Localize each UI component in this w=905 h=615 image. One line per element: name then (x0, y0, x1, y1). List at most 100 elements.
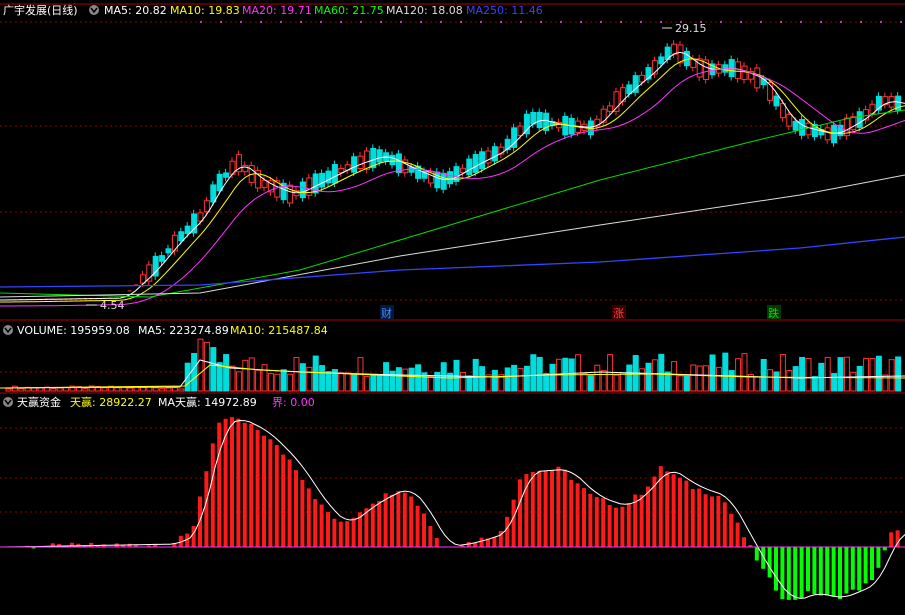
volume-bar[interactable] (223, 354, 230, 392)
candle[interactable] (357, 155, 364, 170)
volume-bar[interactable] (805, 357, 812, 392)
fund-bar[interactable] (319, 504, 324, 547)
event-marker-down[interactable]: 跌 (767, 305, 781, 320)
fund-bar[interactable] (793, 547, 798, 600)
candle[interactable] (754, 67, 761, 89)
candle[interactable] (299, 181, 306, 199)
fund-bar[interactable] (639, 494, 644, 547)
fund-bar[interactable] (530, 471, 535, 547)
fund-bar[interactable] (594, 497, 599, 547)
fund-bar[interactable] (377, 500, 382, 547)
candle[interactable] (178, 231, 185, 242)
candle[interactable] (773, 95, 780, 107)
volume-bar[interactable] (651, 359, 658, 392)
volume-bar[interactable] (850, 371, 857, 392)
fund-bar[interactable] (825, 547, 830, 596)
fund-bar[interactable] (569, 479, 574, 547)
fund-bar[interactable] (210, 443, 215, 547)
volume-bar[interactable] (626, 364, 633, 392)
volume-bar[interactable] (178, 388, 185, 392)
fund-bar[interactable] (198, 496, 202, 547)
fund-bar[interactable] (703, 494, 708, 547)
fund-bar[interactable] (294, 470, 298, 547)
fund-bar[interactable] (550, 470, 554, 547)
volume-bar[interactable] (18, 388, 25, 392)
volume-bar[interactable] (536, 356, 543, 392)
volume-bar[interactable] (191, 352, 198, 392)
volume-bar[interactable] (869, 358, 876, 392)
fund-bar[interactable] (351, 517, 356, 547)
volume-bar[interactable] (229, 365, 236, 392)
fund-bar[interactable] (812, 547, 817, 595)
fund-bar[interactable] (537, 470, 542, 547)
volume-bar[interactable] (370, 374, 377, 392)
volume-bar[interactable] (703, 365, 710, 392)
volume-bar[interactable] (677, 375, 684, 392)
candle[interactable] (536, 111, 543, 129)
fund-bar[interactable] (742, 537, 746, 547)
candle[interactable] (459, 167, 466, 174)
fund-bar[interactable] (409, 496, 414, 547)
fund-bar[interactable] (831, 547, 836, 597)
volume-bar[interactable] (466, 375, 473, 392)
fund-bar[interactable] (684, 480, 689, 547)
volume-bar[interactable] (786, 370, 793, 392)
fund-bar[interactable] (217, 422, 222, 547)
volume-bar[interactable] (440, 362, 447, 392)
volume-bar[interactable] (101, 387, 108, 392)
volume-bar[interactable] (715, 366, 722, 392)
candle[interactable] (216, 173, 223, 192)
fund-bar[interactable] (614, 507, 618, 547)
candle[interactable] (171, 234, 178, 252)
candle[interactable] (466, 158, 473, 176)
volume-bar[interactable] (383, 362, 390, 392)
fund-bar[interactable] (882, 547, 887, 551)
volume-bar[interactable] (427, 375, 434, 392)
candle[interactable] (530, 112, 537, 125)
fund-bar[interactable] (422, 513, 426, 547)
candle[interactable] (607, 105, 614, 112)
candle[interactable] (479, 151, 486, 170)
candle[interactable] (184, 225, 191, 234)
fund-bar[interactable] (863, 547, 868, 584)
fund-bar[interactable] (191, 526, 196, 547)
fund-bar[interactable] (601, 498, 606, 547)
fund-bar[interactable] (236, 418, 241, 547)
fund-panel[interactable] (0, 417, 905, 600)
candle[interactable] (376, 149, 383, 163)
fund-bar[interactable] (729, 513, 734, 547)
candle[interactable] (472, 154, 479, 173)
fund-bar[interactable] (671, 474, 676, 547)
volume-bar[interactable] (722, 352, 729, 392)
volume-bar[interactable] (600, 370, 607, 392)
volume-bar[interactable] (5, 388, 12, 392)
volume-bar[interactable] (459, 372, 466, 392)
fund-bar[interactable] (735, 522, 740, 547)
volume-bar[interactable] (114, 387, 121, 392)
volume-bar[interactable] (216, 362, 223, 392)
volume-bar[interactable] (267, 373, 274, 392)
fund-bar[interactable] (774, 547, 778, 591)
volume-bar[interactable] (895, 356, 902, 392)
volume-bar[interactable] (728, 370, 735, 392)
volume-bar[interactable] (754, 376, 761, 392)
volume-bar[interactable] (843, 356, 850, 392)
volume-bar[interactable] (799, 356, 806, 392)
fund-bar[interactable] (818, 547, 823, 596)
candle[interactable] (523, 113, 530, 135)
fund-bar[interactable] (889, 532, 894, 547)
volume-bar[interactable] (11, 385, 18, 392)
fund-bar[interactable] (518, 479, 522, 547)
fund-bar[interactable] (274, 445, 279, 547)
volume-bar[interactable] (415, 364, 422, 392)
fund-bar[interactable] (646, 486, 650, 547)
candle[interactable] (351, 156, 358, 173)
volume-bar[interactable] (56, 387, 63, 392)
fund-bar[interactable] (690, 489, 695, 547)
volume-bar[interactable] (792, 366, 799, 392)
collapse-icon[interactable] (89, 5, 99, 15)
fund-bar[interactable] (505, 516, 510, 547)
volume-bar[interactable] (543, 373, 550, 392)
fund-bar[interactable] (620, 506, 625, 547)
candle[interactable] (447, 171, 454, 185)
